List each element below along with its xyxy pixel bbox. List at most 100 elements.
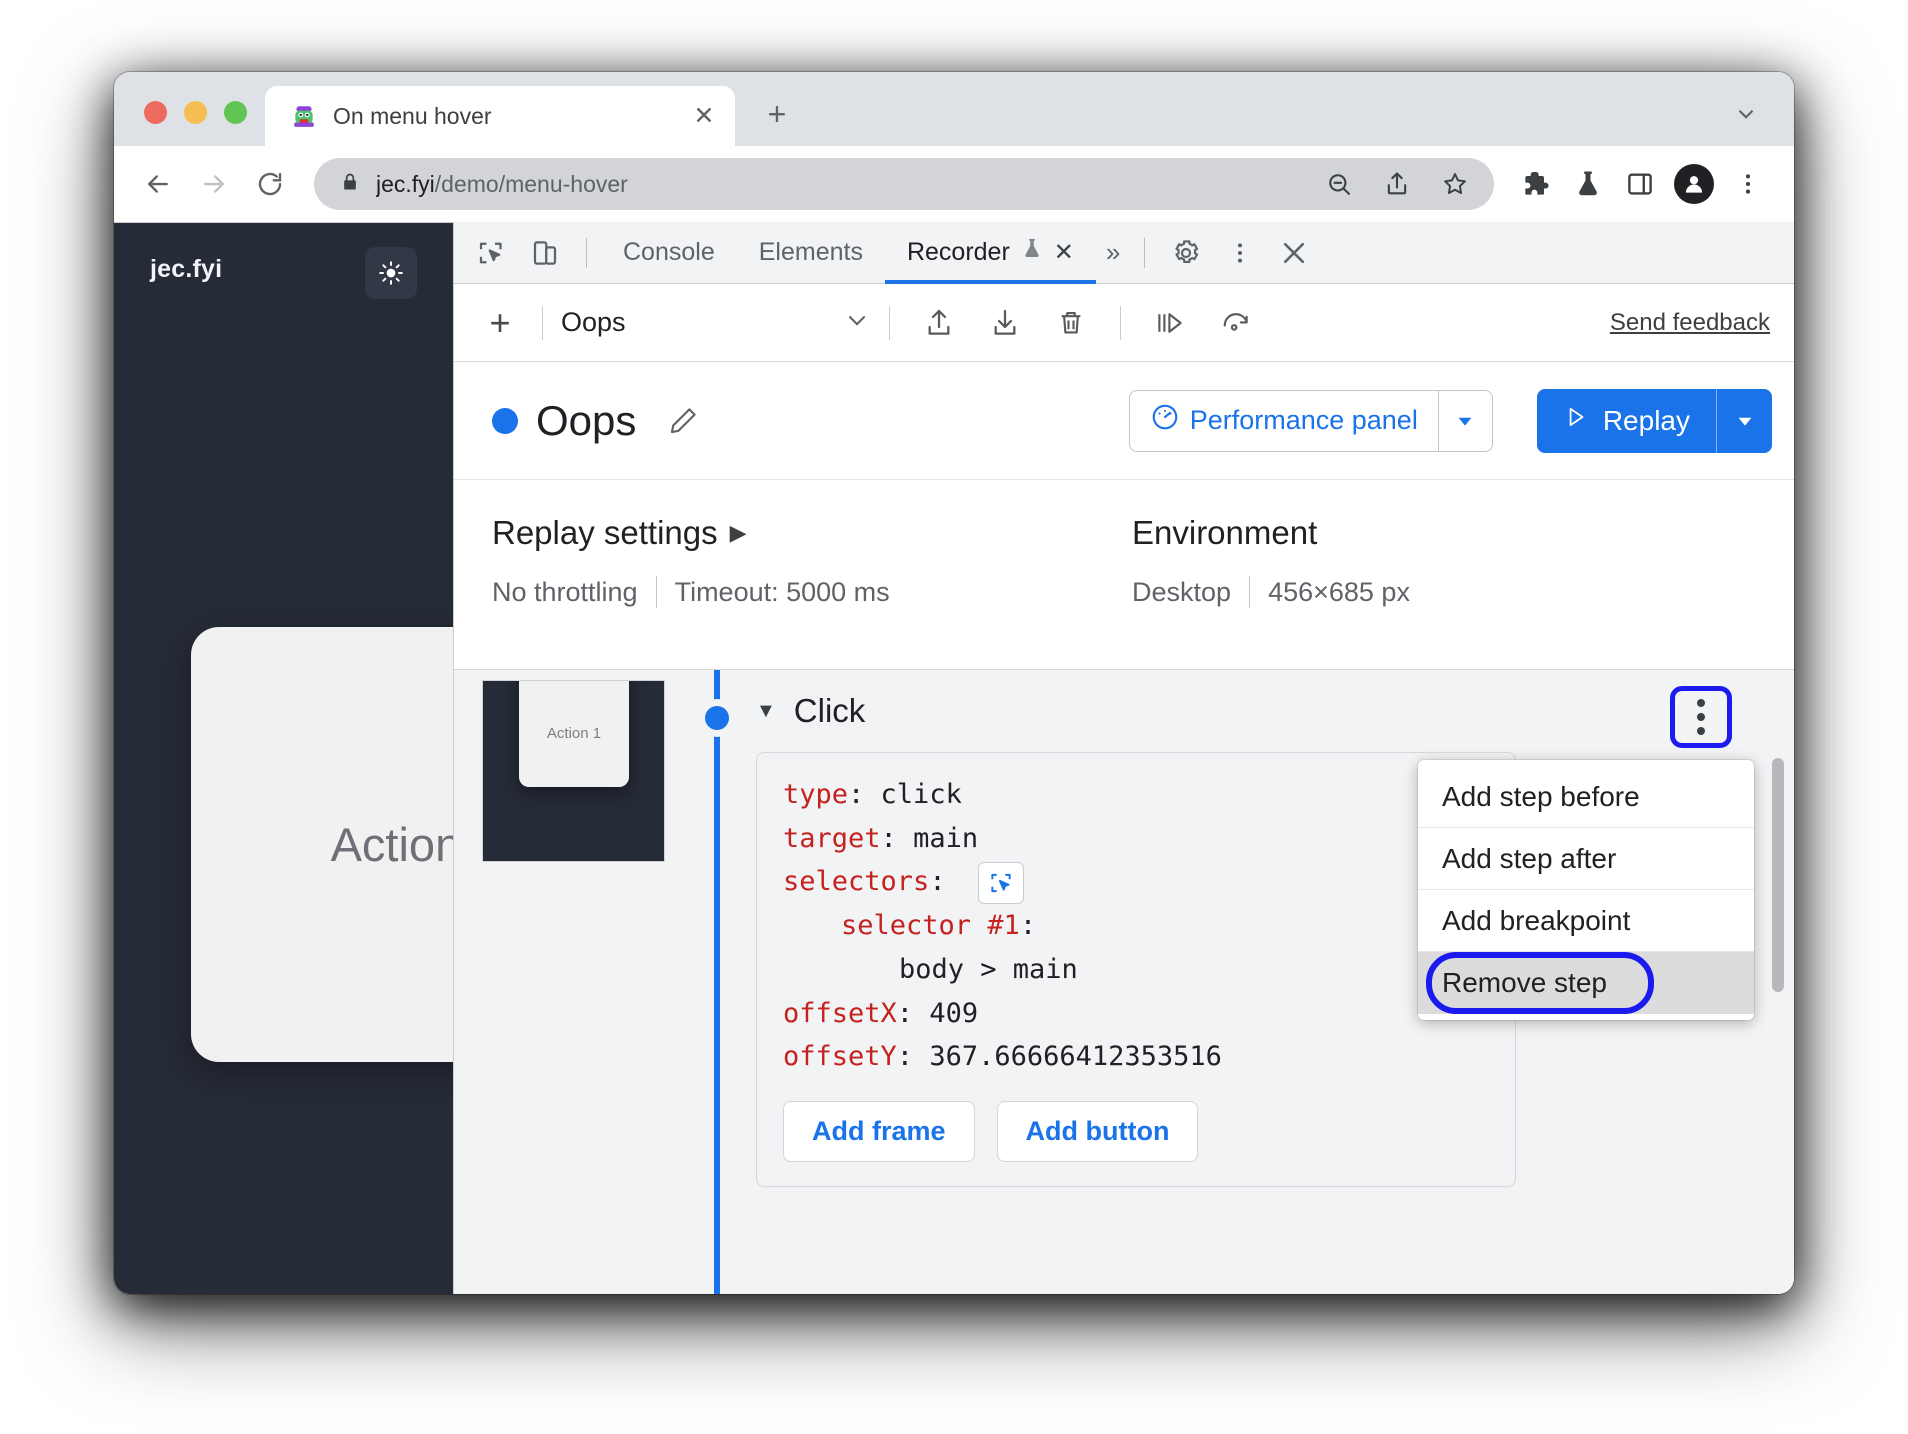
window-controls <box>114 101 265 146</box>
menu-item-add-breakpoint[interactable]: Add breakpoint <box>1418 890 1754 952</box>
step-kebab-menu-icon[interactable] <box>1670 686 1732 748</box>
arrow-right-icon[interactable] <box>188 158 240 210</box>
menu-item-add-breakpoint-label: Add breakpoint <box>1442 904 1631 936</box>
replay-button-label: Replay <box>1602 404 1690 436</box>
device-toolbar-icon[interactable] <box>521 229 569 277</box>
recording-select[interactable]: Oops <box>561 306 871 339</box>
step-list: ▼ Click type: click target: main selecto… <box>720 670 1794 1294</box>
tab-title: On menu hover <box>333 102 492 129</box>
replay-settings-section: Replay settings ▶ No throttling Timeout:… <box>492 514 1132 669</box>
recorder-header: Oops Performance panel Replay <box>454 362 1794 480</box>
step-field-target: target: main <box>783 822 979 854</box>
browser-tab[interactable]: On menu hover ✕ <box>265 86 735 146</box>
menu-item-add-step-before[interactable]: Add step before <box>1418 766 1754 828</box>
trash-icon[interactable] <box>1044 299 1098 347</box>
replay-settings-heading[interactable]: Replay settings ▶ <box>492 514 1132 552</box>
flask-icon[interactable] <box>1564 160 1612 208</box>
maximize-window-button[interactable] <box>224 101 247 124</box>
chevron-down-icon <box>843 306 871 339</box>
environment-heading-label: Environment <box>1132 514 1318 551</box>
side-panel-icon[interactable] <box>1616 160 1664 208</box>
add-button-button[interactable]: Add button <box>996 1101 1199 1163</box>
tab-strip: On menu hover ✕ + <box>114 72 1794 146</box>
tab-recorder[interactable]: Recorder ✕ <box>884 222 1096 284</box>
step-thumbnail[interactable]: Action 1 <box>482 680 665 862</box>
send-feedback-link[interactable]: Send feedback <box>1610 309 1776 337</box>
step-field-selector1-key: selector #1 <box>841 910 1020 942</box>
site-brand: jec.fyi <box>150 255 223 283</box>
divider <box>586 237 587 268</box>
download-icon[interactable] <box>978 299 1032 347</box>
step-title: Click <box>793 692 866 729</box>
plus-icon[interactable]: + <box>753 90 801 138</box>
triangle-down-icon[interactable]: ▼ <box>756 701 776 721</box>
step-buttons: Add frame Add button <box>783 1101 1489 1163</box>
puzzle-icon[interactable] <box>1512 160 1560 208</box>
plus-icon[interactable]: + <box>476 299 524 347</box>
play-triangle-icon <box>1563 404 1589 437</box>
account-avatar-icon[interactable] <box>1674 164 1714 204</box>
star-icon[interactable] <box>1434 163 1476 205</box>
menu-item-remove-step-label: Remove step <box>1442 967 1607 998</box>
step-field-offsetx: offsetX: 409 <box>783 997 979 1029</box>
throttling-value: No throttling <box>492 576 638 607</box>
pencil-icon[interactable] <box>660 398 706 444</box>
devtools-panel: Console Elements Recorder ✕ » + Oops Sen… <box>453 222 1794 1294</box>
experiment-flask-icon <box>1020 237 1044 268</box>
tab-console[interactable]: Console <box>601 222 737 284</box>
recording-title: Oops <box>536 396 637 444</box>
gear-icon[interactable] <box>1162 229 1210 277</box>
share-icon[interactable] <box>1376 163 1418 205</box>
divider <box>1120 305 1121 340</box>
step-field-offsetx-key: offsetX <box>783 997 897 1029</box>
kebab-menu-icon[interactable] <box>1216 229 1264 277</box>
url-domain: jec.fyi <box>376 170 435 197</box>
chevron-down-icon[interactable] <box>1722 90 1770 138</box>
kebab-dot <box>1697 699 1705 707</box>
devtools-tab-bar: Console Elements Recorder ✕ » <box>454 222 1794 284</box>
close-icon[interactable] <box>1270 229 1318 277</box>
timeout-value: Timeout: 5000 ms <box>674 576 890 607</box>
kebab-menu-icon[interactable] <box>1724 160 1772 208</box>
address-bar[interactable]: jec.fyi/demo/menu-hover <box>314 158 1494 210</box>
divider <box>889 305 890 340</box>
arrow-left-icon[interactable] <box>132 158 184 210</box>
replay-button-main[interactable]: Replay <box>1537 389 1716 453</box>
upload-icon[interactable] <box>912 299 966 347</box>
triangle-right-icon: ▶ <box>729 520 747 545</box>
chevron-double-right-icon[interactable]: » <box>1096 237 1130 268</box>
performance-gauge-icon <box>1150 402 1180 439</box>
step-over-icon[interactable] <box>1143 299 1197 347</box>
replay-speed-icon[interactable] <box>1209 299 1263 347</box>
close-icon[interactable]: ✕ <box>687 99 721 133</box>
replay-button-caret[interactable] <box>1716 388 1772 453</box>
menu-item-add-step-after[interactable]: Add step after <box>1418 828 1754 890</box>
close-window-button[interactable] <box>144 101 167 124</box>
close-icon[interactable]: ✕ <box>1054 240 1074 265</box>
steps-scrollbar[interactable] <box>1772 758 1784 992</box>
page-viewport: jec.fyi Action 3 <box>114 222 453 1294</box>
reload-icon[interactable] <box>244 158 296 210</box>
selector-picker-icon[interactable] <box>977 861 1024 904</box>
menu-item-add-step-after-label: Add step after <box>1442 842 1617 874</box>
performance-panel-caret[interactable] <box>1437 390 1492 451</box>
step-field-offsety-key: offsetY <box>783 1041 897 1073</box>
minimize-window-button[interactable] <box>184 101 207 124</box>
navigation-bar: jec.fyi/demo/menu-hover <box>114 146 1794 222</box>
action-card[interactable]: Action 3 <box>191 627 453 1062</box>
replay-button[interactable]: Replay <box>1536 388 1772 453</box>
recording-select-label: Oops <box>561 307 626 337</box>
tab-elements[interactable]: Elements <box>737 222 885 284</box>
menu-item-remove-step[interactable]: Remove step <box>1418 952 1754 1014</box>
step-header[interactable]: ▼ Click <box>756 692 1794 730</box>
sun-icon[interactable] <box>365 247 417 299</box>
performance-panel-main[interactable]: Performance panel <box>1130 391 1438 451</box>
viewport-value: 456×685 px <box>1268 576 1410 607</box>
environment-values: Desktop 456×685 px <box>1132 576 1772 608</box>
url-path: /demo/menu-hover <box>434 170 628 197</box>
inspect-element-icon[interactable] <box>467 229 515 277</box>
divider <box>1144 237 1146 268</box>
zoom-out-icon[interactable] <box>1318 163 1360 205</box>
performance-panel-button[interactable]: Performance panel <box>1128 389 1493 452</box>
add-frame-button[interactable]: Add frame <box>783 1101 975 1163</box>
